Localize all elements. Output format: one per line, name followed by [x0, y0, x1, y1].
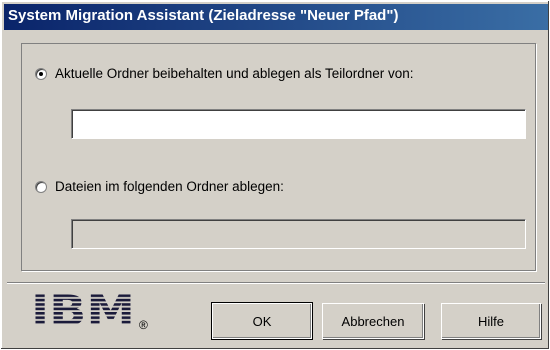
help-button[interactable]: Hilfe [441, 303, 541, 339]
radio-keep-folders-label: Aktuelle Ordner beibehalten und ablegen … [55, 66, 414, 81]
registered-mark: ® [139, 318, 148, 332]
footer-separator [7, 282, 545, 284]
radio-single-folder-label: Dateien im folgenden Ordner ablegen: [55, 179, 284, 194]
radio-single-folder[interactable] [35, 180, 47, 193]
ibm-logo-graphic: IBM ® [31, 286, 148, 335]
dialog-window: System Migration Assistant (Zieladresse … [0, 0, 550, 350]
target-folder-field [71, 219, 526, 249]
ibm-logo: IBM ® [31, 286, 161, 335]
subfolder-path-field[interactable] [71, 109, 526, 139]
title-bar[interactable]: System Migration Assistant (Zieladresse … [4, 4, 548, 30]
option-single-folder[interactable]: Dateien im folgenden Ordner ablegen: [35, 179, 284, 194]
cancel-button[interactable]: Abbrechen [322, 303, 424, 339]
window-title: System Migration Assistant (Zieladresse … [8, 7, 399, 24]
ibm-logo-text: IBM [31, 290, 135, 332]
target-folder-input [72, 220, 525, 248]
option-keep-folders[interactable]: Aktuelle Ordner beibehalten und ablegen … [35, 66, 414, 81]
radio-keep-folders[interactable] [35, 67, 47, 80]
ok-button[interactable]: OK [211, 302, 313, 340]
subfolder-path-input[interactable] [72, 110, 525, 138]
